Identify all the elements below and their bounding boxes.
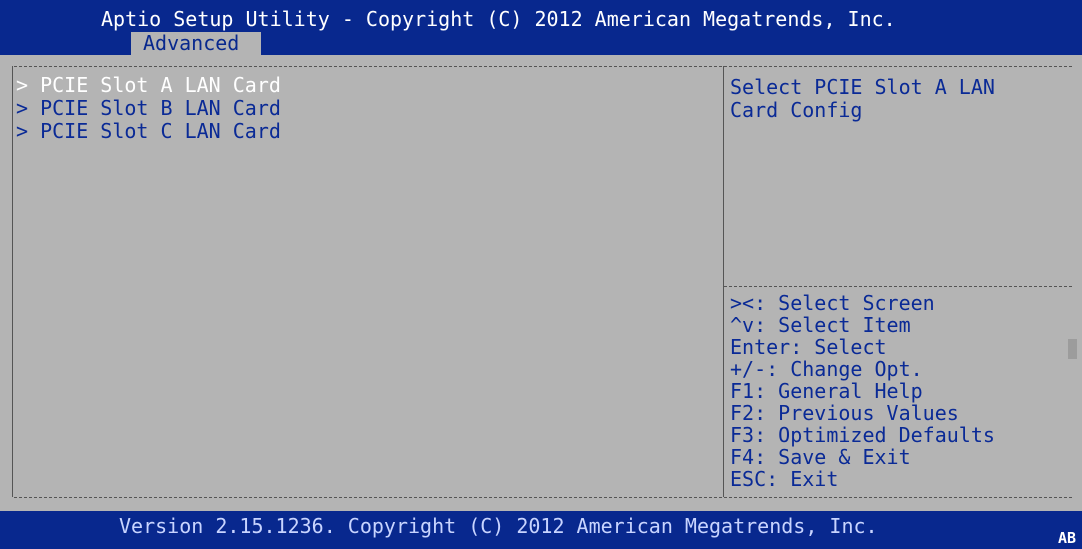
top-divider [14, 66, 1072, 67]
key-general-help: F1: General Help [730, 379, 923, 403]
bottom-divider [14, 497, 1072, 498]
scrollbar-thumb[interactable] [1068, 339, 1077, 359]
key-save-exit: F4: Save & Exit [730, 445, 911, 469]
menu-item-slot-a[interactable]: > PCIE Slot A LAN Card [16, 74, 281, 97]
key-enter-select: Enter: Select [730, 335, 887, 359]
tab-advanced[interactable]: Advanced [131, 32, 261, 55]
panel-divider [723, 66, 724, 497]
key-change-option: +/-: Change Opt. [730, 357, 923, 381]
key-optimized-defaults: F3: Optimized Defaults [730, 423, 995, 447]
header-bar: Aptio Setup Utility - Copyright (C) 2012… [0, 0, 1082, 55]
key-esc-exit: ESC: Exit [730, 467, 839, 491]
menu-item-slot-c[interactable]: > PCIE Slot C LAN Card [16, 120, 281, 143]
left-border [12, 66, 13, 497]
help-text-line: Card Config [730, 98, 863, 122]
corner-badge: AB [1057, 529, 1076, 547]
key-previous-values: F2: Previous Values [730, 401, 959, 425]
key-select-item: ^v: Select Item [730, 313, 911, 337]
help-divider [724, 286, 1072, 287]
footer-bar: Version 2.15.1236. Copyright (C) 2012 Am… [0, 511, 1082, 549]
help-text-line: Select PCIE Slot A LAN [730, 75, 995, 99]
version-text: Version 2.15.1236. Copyright (C) 2012 Am… [119, 514, 878, 538]
menu-item-slot-b[interactable]: > PCIE Slot B LAN Card [16, 97, 281, 120]
app-title: Aptio Setup Utility - Copyright (C) 2012… [101, 7, 896, 31]
key-select-screen: ><: Select Screen [730, 291, 935, 315]
